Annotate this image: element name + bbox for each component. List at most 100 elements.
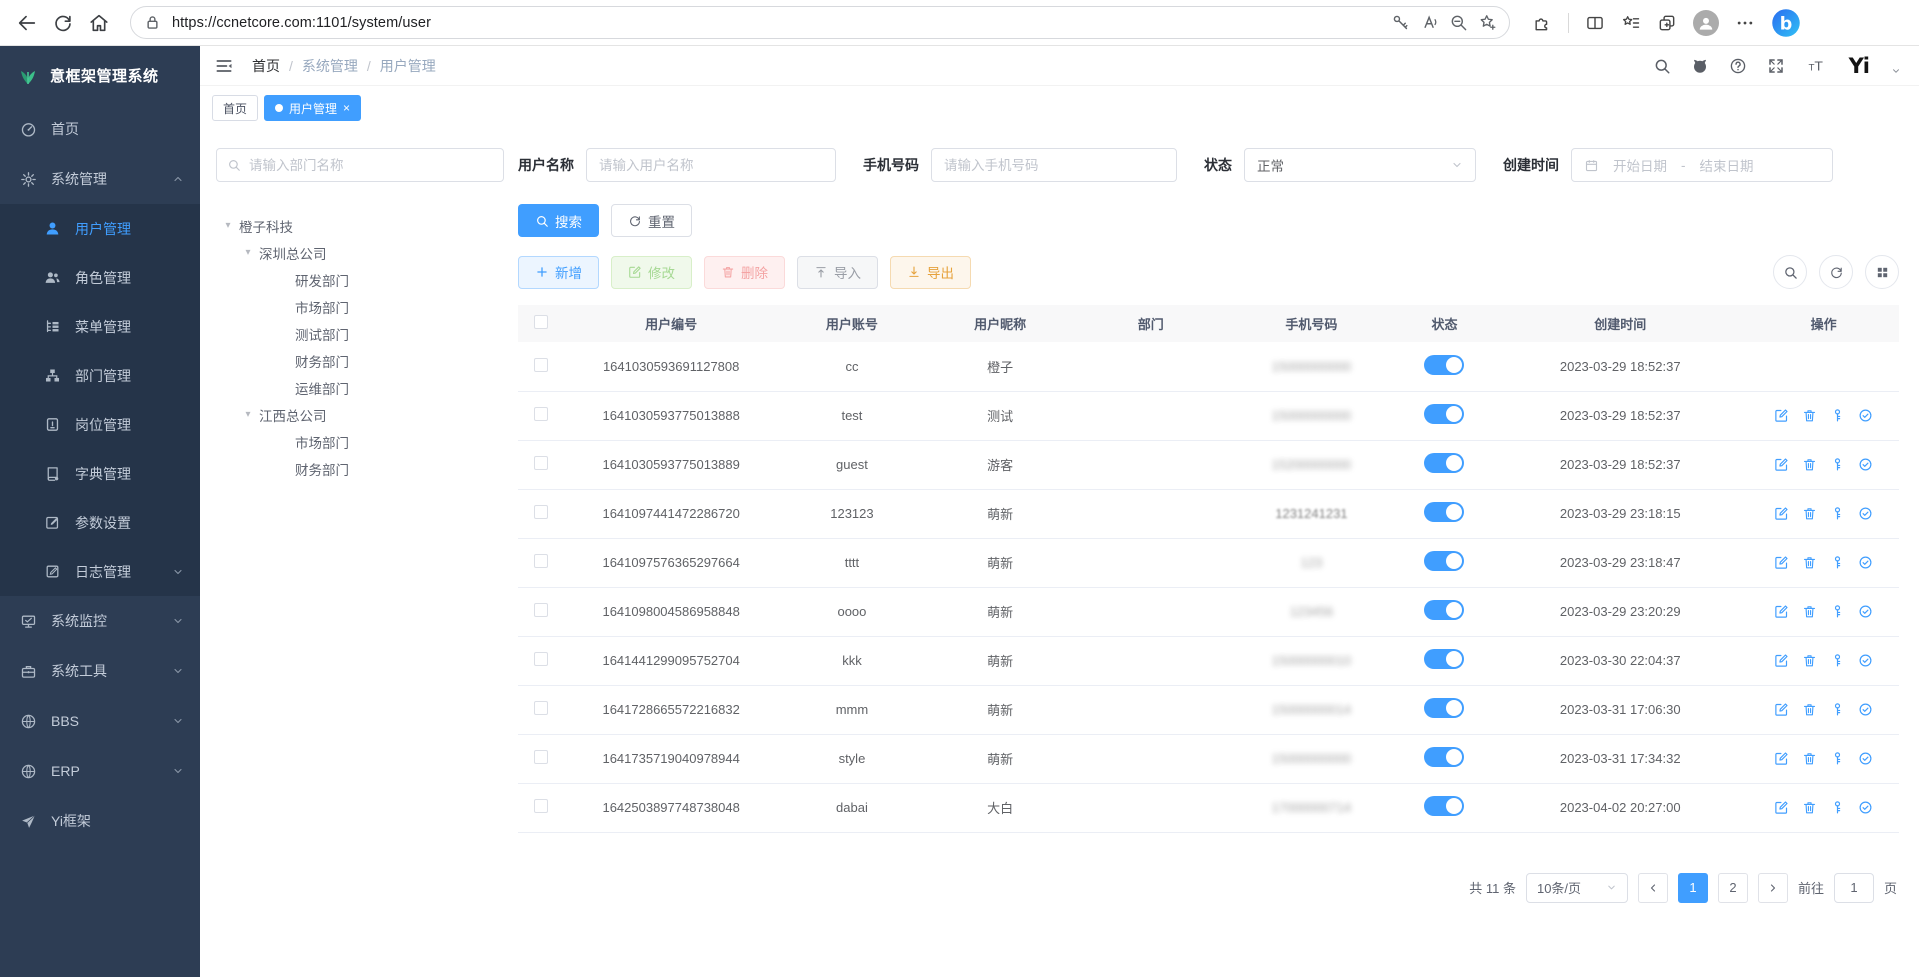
- row-checkbox[interactable]: [534, 750, 548, 764]
- assign-check-icon[interactable]: [1858, 457, 1873, 472]
- app-logo[interactable]: 意框架管理系统: [0, 46, 200, 104]
- assign-check-icon[interactable]: [1858, 653, 1873, 668]
- tree-node[interactable]: ▾ 江西总公司: [216, 401, 504, 428]
- caret-down-icon[interactable]: ▾: [242, 409, 254, 420]
- edit-icon[interactable]: [1774, 751, 1789, 766]
- breadcrumb-home[interactable]: 首页: [252, 56, 280, 76]
- prev-page-button[interactable]: [1638, 873, 1668, 903]
- reset-button[interactable]: 重置: [611, 204, 692, 237]
- new-tab-group-icon[interactable]: [1657, 13, 1677, 33]
- reset-password-key-icon[interactable]: [1830, 702, 1845, 717]
- sidebar-item-dept-mgmt[interactable]: 部门管理: [0, 351, 200, 400]
- edit-icon[interactable]: [1774, 506, 1789, 521]
- sidebar-item-dict-mgmt[interactable]: 字典管理: [0, 449, 200, 498]
- status-toggle[interactable]: [1424, 747, 1464, 767]
- assign-check-icon[interactable]: [1858, 702, 1873, 717]
- sidebar-collapse-icon[interactable]: [214, 56, 234, 76]
- home-icon[interactable]: [88, 12, 110, 34]
- sidebar-item-tools[interactable]: 系统工具: [0, 646, 200, 696]
- tree-node[interactable]: 运维部门: [216, 374, 504, 401]
- columns-grid-button[interactable]: [1865, 255, 1899, 289]
- breadcrumb-system[interactable]: 系统管理: [302, 56, 358, 76]
- assign-check-icon[interactable]: [1858, 506, 1873, 521]
- status-toggle[interactable]: [1424, 649, 1464, 669]
- status-toggle[interactable]: [1424, 355, 1464, 375]
- sidebar-item-monitor[interactable]: 系统监控: [0, 596, 200, 646]
- reset-password-key-icon[interactable]: [1830, 555, 1845, 570]
- phone-input[interactable]: [931, 148, 1177, 182]
- profile-avatar[interactable]: [1693, 10, 1719, 36]
- edit-icon[interactable]: [1774, 800, 1789, 815]
- reset-password-key-icon[interactable]: [1830, 408, 1845, 423]
- sidebar-item-erp[interactable]: ERP: [0, 746, 200, 796]
- delete-icon[interactable]: [1802, 604, 1817, 619]
- sidebar-item-user-mgmt[interactable]: 用户管理: [0, 204, 200, 253]
- page-button-1[interactable]: 1: [1678, 873, 1708, 903]
- reset-password-key-icon[interactable]: [1830, 604, 1845, 619]
- tree-node[interactable]: 财务部门: [216, 347, 504, 374]
- reset-password-key-icon[interactable]: [1830, 457, 1845, 472]
- delete-icon[interactable]: [1802, 555, 1817, 570]
- sidebar-item-yi-framework[interactable]: Yi框架: [0, 796, 200, 846]
- password-key-icon[interactable]: [1391, 13, 1410, 32]
- extensions-icon[interactable]: [1532, 13, 1552, 33]
- tree-node[interactable]: ▾ 深圳总公司: [216, 239, 504, 266]
- row-checkbox[interactable]: [534, 701, 548, 715]
- select-all-checkbox[interactable]: [534, 315, 548, 329]
- assign-check-icon[interactable]: [1858, 800, 1873, 815]
- delete-button[interactable]: 删除: [704, 256, 785, 289]
- tree-node[interactable]: ▾ 橙子科技: [216, 212, 504, 239]
- row-checkbox[interactable]: [534, 554, 548, 568]
- fullscreen-icon[interactable]: [1767, 57, 1785, 75]
- font-size-icon[interactable]: [1805, 57, 1829, 75]
- page-button-2[interactable]: 2: [1718, 873, 1748, 903]
- refresh-circle-button[interactable]: [1819, 255, 1853, 289]
- tree-node[interactable]: 市场部门: [216, 293, 504, 320]
- tree-node[interactable]: 财务部门: [216, 455, 504, 482]
- assign-check-icon[interactable]: [1858, 555, 1873, 570]
- import-button[interactable]: 导入: [797, 256, 878, 289]
- next-page-button[interactable]: [1758, 873, 1788, 903]
- assign-check-icon[interactable]: [1858, 751, 1873, 766]
- tab-user-mgmt[interactable]: 用户管理 ×: [264, 95, 361, 121]
- row-checkbox[interactable]: [534, 505, 548, 519]
- caret-down-icon[interactable]: ▾: [222, 220, 234, 231]
- delete-icon[interactable]: [1802, 702, 1817, 717]
- delete-icon[interactable]: [1802, 800, 1817, 815]
- edit-icon[interactable]: [1774, 408, 1789, 423]
- status-toggle[interactable]: [1424, 453, 1464, 473]
- sidebar-item-home[interactable]: 首页: [0, 104, 200, 154]
- status-toggle[interactable]: [1424, 502, 1464, 522]
- caret-down-icon[interactable]: ▾: [242, 247, 254, 258]
- delete-icon[interactable]: [1802, 457, 1817, 472]
- edit-icon[interactable]: [1774, 653, 1789, 668]
- tree-node[interactable]: 测试部门: [216, 320, 504, 347]
- back-icon[interactable]: [16, 12, 38, 34]
- delete-icon[interactable]: [1802, 751, 1817, 766]
- sidebar-item-post-mgmt[interactable]: 岗位管理: [0, 400, 200, 449]
- date-range-picker[interactable]: 开始日期 - 结束日期: [1571, 148, 1833, 182]
- dept-search-input[interactable]: [249, 158, 493, 173]
- more-menu-icon[interactable]: [1735, 13, 1755, 33]
- search-button[interactable]: 搜索: [518, 204, 599, 237]
- edit-icon[interactable]: [1774, 555, 1789, 570]
- github-icon[interactable]: [1691, 57, 1709, 75]
- status-toggle[interactable]: [1424, 796, 1464, 816]
- edit-icon[interactable]: [1774, 604, 1789, 619]
- add-button[interactable]: 新增: [518, 256, 599, 289]
- sidebar-item-log-mgmt[interactable]: 日志管理: [0, 547, 200, 596]
- row-checkbox[interactable]: [534, 652, 548, 666]
- favorite-add-icon[interactable]: [1478, 13, 1497, 32]
- reset-password-key-icon[interactable]: [1830, 506, 1845, 521]
- collections-icon[interactable]: [1621, 13, 1641, 33]
- address-bar[interactable]: https://ccnetcore.com:1101/system/user: [130, 6, 1510, 39]
- row-checkbox[interactable]: [534, 799, 548, 813]
- row-checkbox[interactable]: [534, 407, 548, 421]
- tab-home[interactable]: 首页: [212, 95, 258, 121]
- sidebar-item-param-settings[interactable]: 参数设置: [0, 498, 200, 547]
- reset-password-key-icon[interactable]: [1830, 751, 1845, 766]
- read-aloud-icon[interactable]: [1420, 13, 1439, 32]
- url-text[interactable]: https://ccnetcore.com:1101/system/user: [172, 15, 1381, 31]
- delete-icon[interactable]: [1802, 653, 1817, 668]
- search-icon[interactable]: [1653, 57, 1671, 75]
